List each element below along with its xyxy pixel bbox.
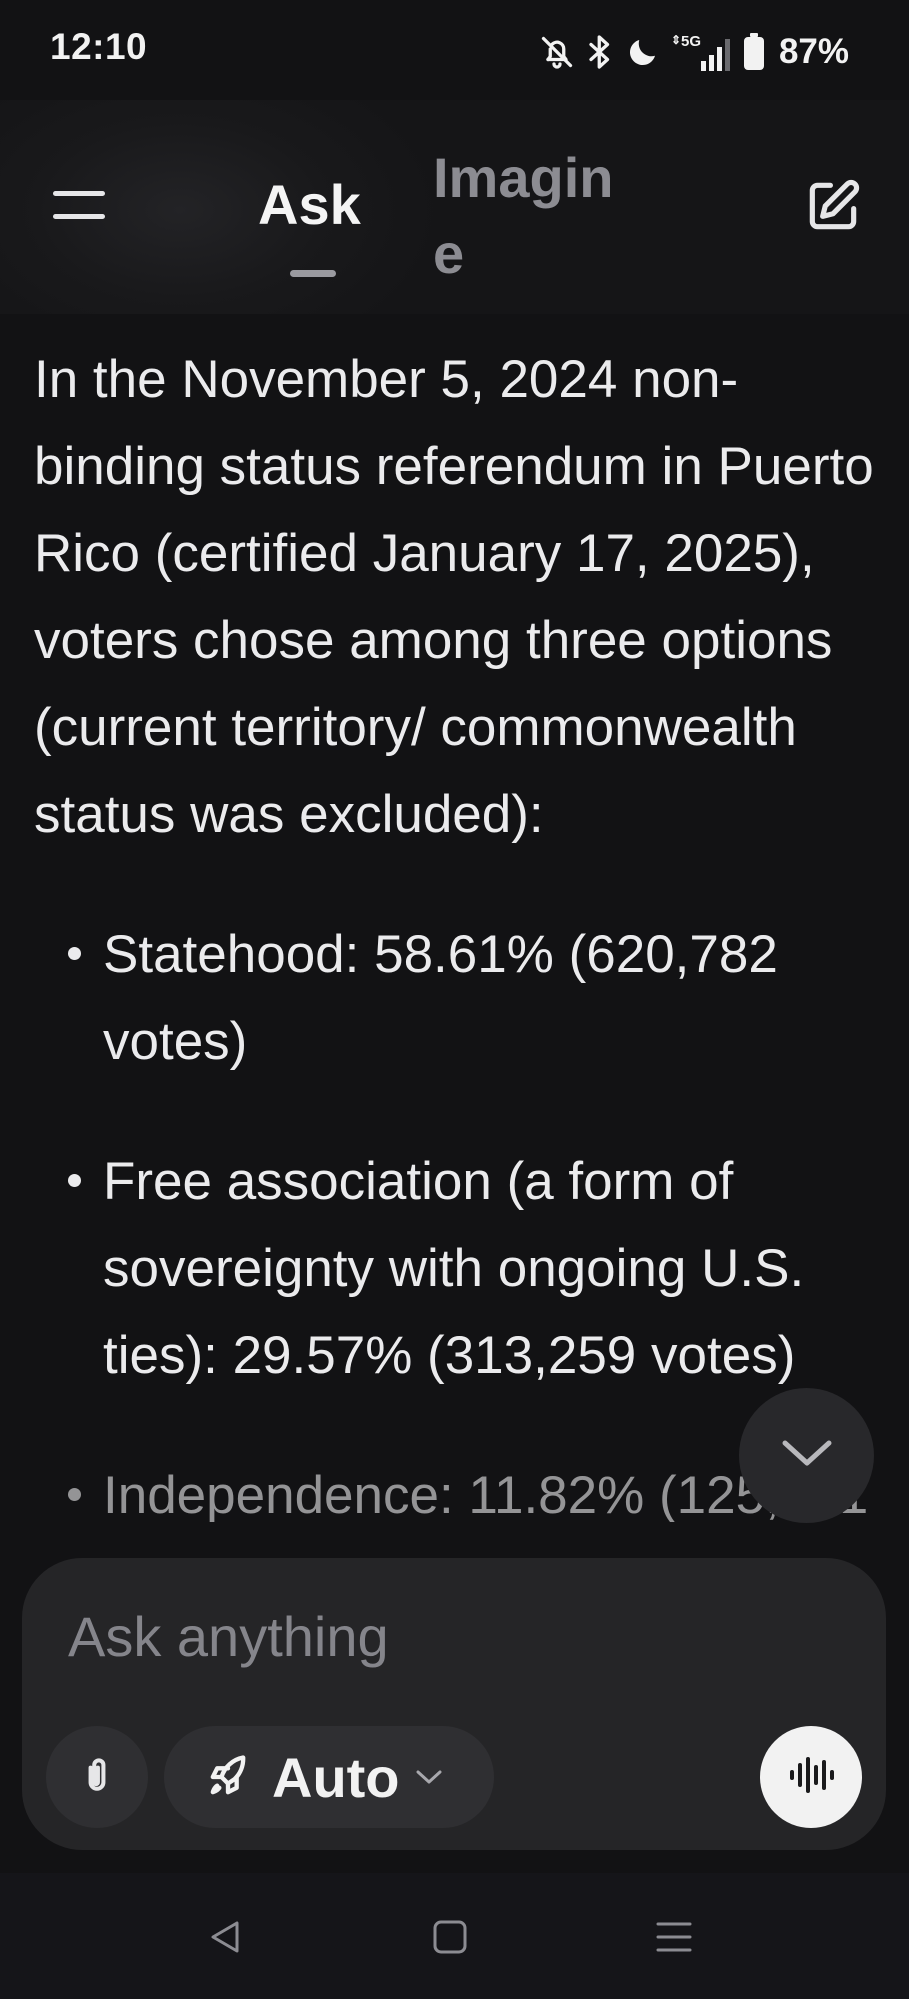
bullet-dot (68, 1488, 81, 1501)
assistant-message: In the November 5, 2024 non-binding stat… (34, 336, 880, 1575)
edit-icon (802, 175, 864, 242)
battery-icon (743, 33, 765, 71)
paperclip-icon (75, 1751, 119, 1804)
signal-icon: ⇕ 5G (671, 31, 733, 73)
list-item-text: Statehood: 58.61% (620,782 votes) (103, 925, 778, 1071)
mode-label: Auto (272, 1745, 400, 1809)
nav-recents-button[interactable] (644, 1909, 704, 1969)
list-item-text: Free association (a form of sovereignty … (103, 1152, 805, 1385)
new-chat-button[interactable] (795, 170, 871, 246)
bullet-dot (68, 947, 81, 960)
system-nav-bar (0, 1873, 909, 1999)
status-icons: ⇕ 5G 87% (539, 28, 849, 76)
composer: Auto (22, 1558, 886, 1850)
bluetooth-icon (585, 34, 615, 70)
tab-imagine[interactable]: Imagine (433, 140, 633, 292)
battery-percent: 87% (778, 32, 849, 71)
chevron-down-icon (780, 1437, 834, 1474)
voice-mode-button[interactable] (760, 1726, 862, 1828)
chevron-down-icon (414, 1767, 444, 1787)
home-square-icon (430, 1917, 470, 1962)
bell-off-icon (539, 34, 575, 70)
app-header: Ask Imagine (0, 100, 909, 314)
menu-button[interactable] (44, 172, 114, 242)
mode-selector[interactable]: Auto (164, 1726, 494, 1828)
tab-ask[interactable]: Ask (258, 172, 361, 237)
message-intro: In the November 5, 2024 non-binding stat… (34, 350, 874, 844)
ask-input[interactable] (68, 1596, 808, 1676)
moon-icon (625, 34, 661, 70)
bullet-dot (68, 1174, 81, 1187)
list-item: Statehood: 58.61% (620,782 votes) (34, 911, 880, 1085)
status-time: 12:10 (50, 26, 148, 67)
scroll-down-button[interactable] (739, 1388, 874, 1523)
rocket-icon (202, 1751, 254, 1803)
list-item: Free association (a form of sovereignty … (34, 1138, 880, 1399)
svg-text:⇕: ⇕ (671, 33, 681, 47)
voice-waveform-icon (787, 1753, 835, 1802)
back-triangle-icon (205, 1917, 245, 1962)
active-tab-indicator (290, 270, 336, 277)
attach-button[interactable] (46, 1726, 148, 1828)
status-bar: 12:10 ⇕ 5G 87% (0, 0, 909, 100)
nav-home-button[interactable] (420, 1909, 480, 1969)
nav-back-button[interactable] (195, 1909, 255, 1969)
hamburger-menu-icon (51, 187, 107, 228)
recents-lines-icon (654, 1917, 694, 1962)
network-type: 5G (681, 33, 701, 50)
